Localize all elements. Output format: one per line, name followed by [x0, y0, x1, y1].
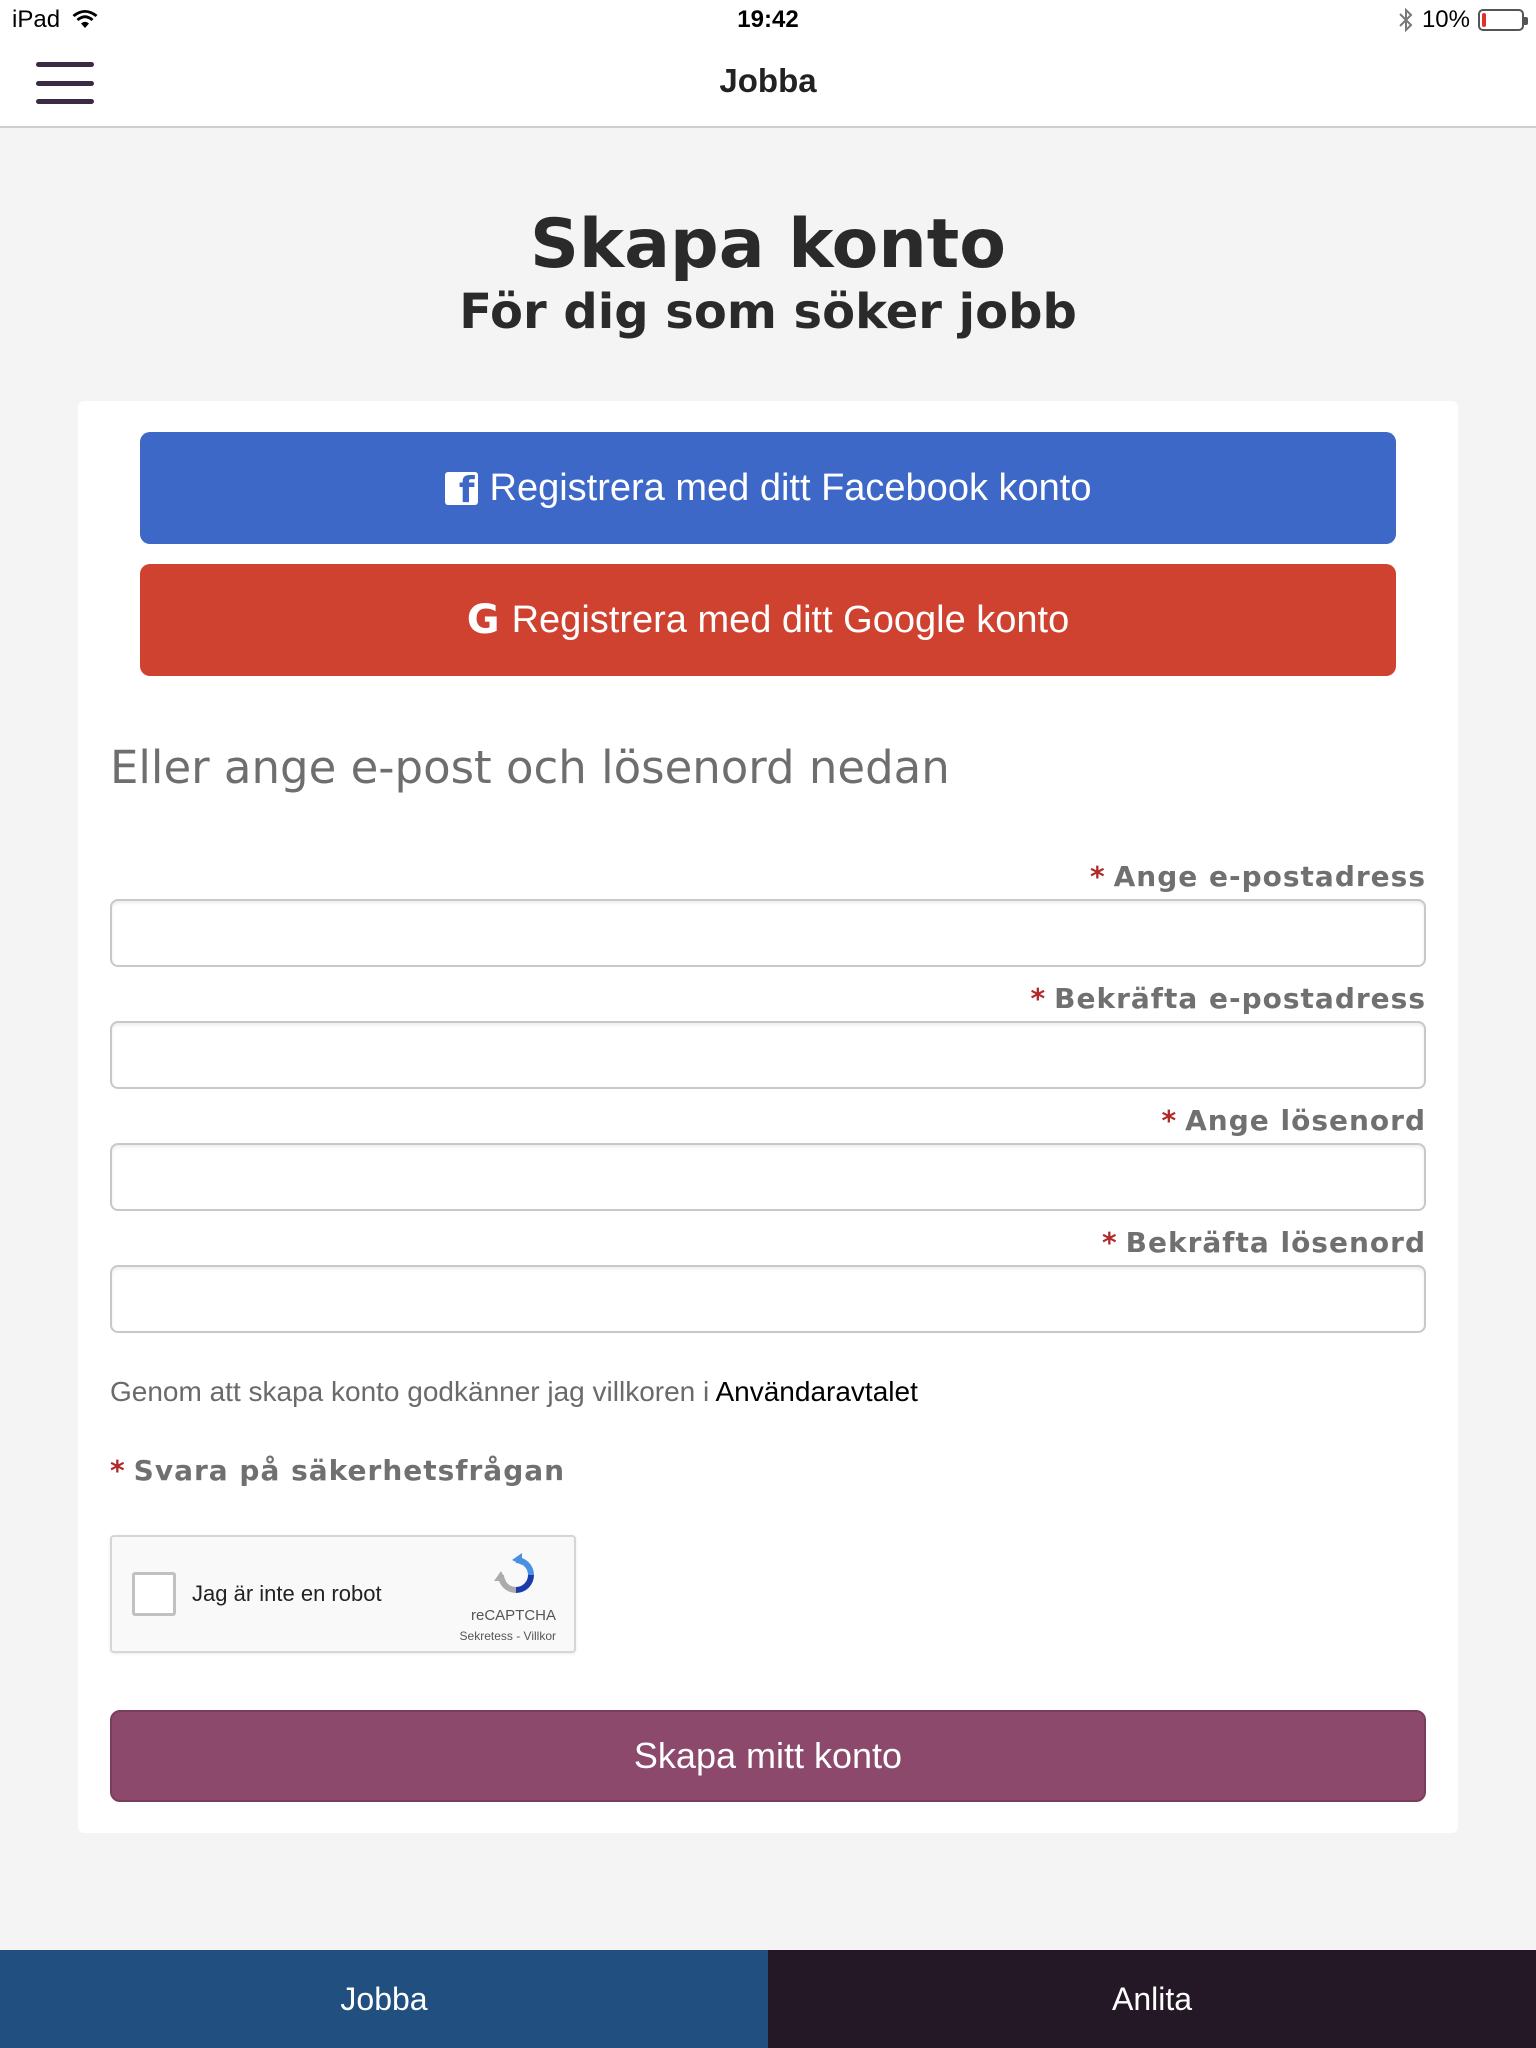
battery-percent: 10%	[1421, 6, 1470, 33]
confirm-password-label: * Bekräfta lösenord	[1102, 1226, 1426, 1259]
required-marker: *	[1101, 1226, 1118, 1259]
email-label: * Ange e-postadress	[1090, 860, 1426, 893]
signup-card: Registrera med ditt Facebook konto G Reg…	[78, 401, 1458, 1833]
confirm-password-label-text: Bekräfta lösenord	[1125, 1226, 1426, 1259]
tab-anlita[interactable]: Anlita	[768, 1950, 1536, 2048]
google-register-label: Registrera med ditt Google konto	[511, 598, 1070, 641]
menu-icon-line	[36, 62, 94, 67]
google-register-button[interactable]: G Registrera med ditt Google konto	[140, 564, 1396, 676]
facebook-register-label: Registrera med ditt Facebook konto	[489, 466, 1092, 509]
tab-jobba[interactable]: Jobba	[0, 1950, 768, 2048]
confirm-email-label-text: Bekräfta e-postadress	[1054, 982, 1426, 1015]
recaptcha-logo-icon	[494, 1553, 534, 1593]
password-label: * Ange lösenord	[1161, 1104, 1426, 1137]
confirm-email-field[interactable]	[110, 1021, 1426, 1089]
security-question-label: * Svara på säkerhetsfrågan	[110, 1454, 565, 1487]
tab-anlita-label: Anlita	[1111, 1980, 1193, 2017]
required-marker: *	[1030, 982, 1047, 1015]
page-title: Skapa konto	[529, 205, 1007, 284]
terms-text-body: Genom att skapa konto godkänner jag vill…	[110, 1376, 716, 1407]
recaptcha-brand: reCAPTCHA	[470, 1607, 556, 1624]
facebook-register-button[interactable]: Registrera med ditt Facebook konto	[140, 432, 1396, 544]
terms-link[interactable]: Användaravtalet	[715, 1376, 917, 1407]
bluetooth-icon	[1399, 7, 1413, 33]
nav-bar: Jobba	[0, 40, 1536, 128]
facebook-icon	[444, 471, 478, 505]
security-question-text: Svara på säkerhetsfrågan	[133, 1454, 566, 1487]
create-account-button[interactable]: Skapa mitt konto	[110, 1710, 1426, 1802]
terms-text: Genom att skapa konto godkänner jag vill…	[110, 1376, 918, 1408]
or-heading: Eller ange e-post och lösenord nedan	[110, 741, 950, 794]
email-label-text: Ange e-postadress	[1113, 860, 1426, 893]
google-icon: G	[466, 597, 500, 643]
tab-jobba-label: Jobba	[340, 1980, 428, 2017]
menu-icon-line	[36, 99, 94, 104]
status-time: 19:42	[737, 6, 799, 33]
recaptcha-widget: Jag är inte en robot reCAPTCHA Sekretess…	[110, 1535, 576, 1653]
confirm-email-label: * Bekräfta e-postadress	[1030, 982, 1426, 1015]
status-right: 10%	[1398, 6, 1528, 34]
required-marker: *	[1089, 860, 1106, 893]
bottom-tab-bar: Jobba Anlita	[0, 1950, 1536, 2048]
recaptcha-checkbox[interactable]	[132, 1572, 176, 1616]
nav-title: Jobba	[719, 62, 817, 99]
required-marker: *	[110, 1454, 126, 1487]
battery-level	[1482, 13, 1486, 27]
menu-icon[interactable]	[36, 62, 94, 104]
battery-icon	[1478, 9, 1528, 31]
confirm-password-field[interactable]	[110, 1265, 1426, 1333]
recaptcha-label: Jag är inte en robot	[192, 1581, 382, 1606]
email-field[interactable]	[110, 899, 1426, 967]
recaptcha-links[interactable]: Sekretess - Villkor	[460, 1629, 556, 1643]
status-bar: iPad 19:42 10%	[0, 0, 1536, 40]
password-label-text: Ange lösenord	[1185, 1104, 1426, 1137]
password-field[interactable]	[110, 1143, 1426, 1211]
menu-icon-line	[36, 80, 94, 86]
required-marker: *	[1161, 1104, 1178, 1137]
page-subtitle: För dig som söker jobb	[459, 284, 1077, 340]
